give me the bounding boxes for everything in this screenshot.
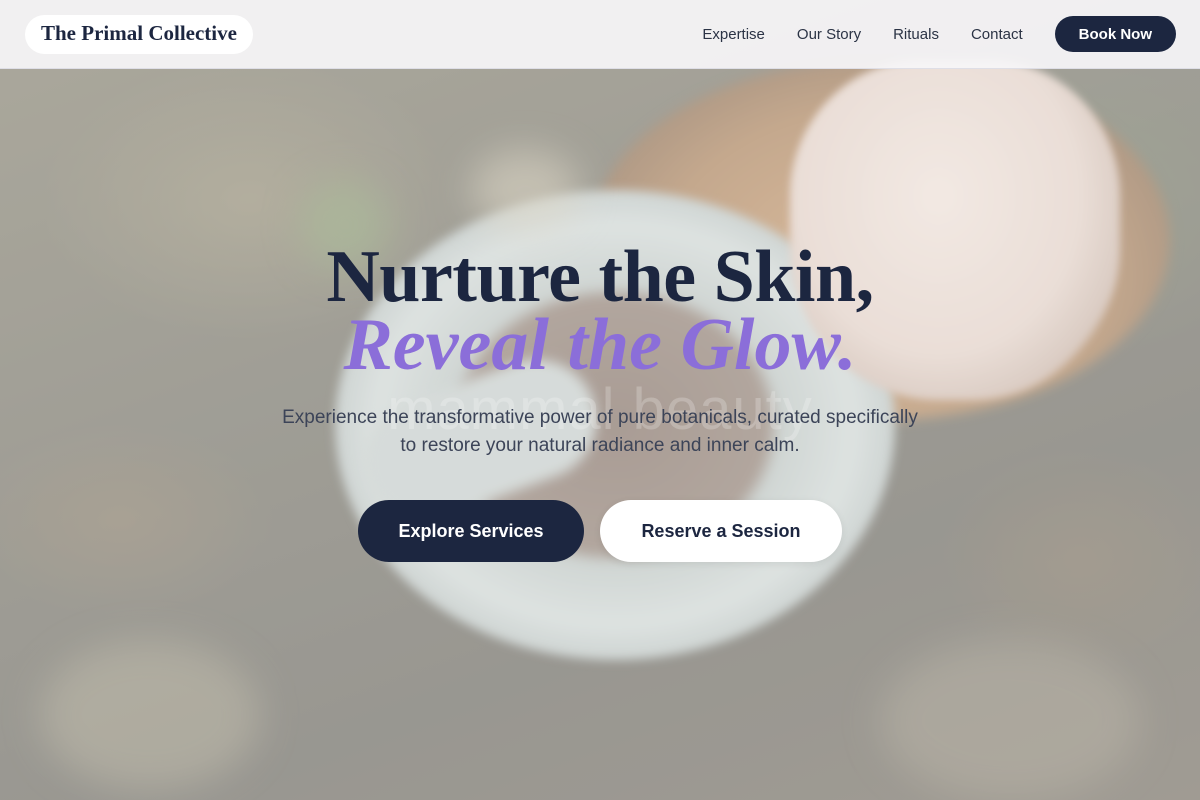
hero-headline-accent: Reveal the Glow. (343, 304, 857, 386)
nav-link-our-story[interactable]: Our Story (797, 26, 861, 43)
reserve-session-button[interactable]: Reserve a Session (600, 500, 842, 562)
site-header: The Primal Collective Expertise Our Stor… (0, 0, 1200, 69)
main-nav: Expertise Our Story Rituals Contact Book… (702, 16, 1176, 52)
nav-link-expertise[interactable]: Expertise (702, 26, 765, 43)
book-now-button[interactable]: Book Now (1054, 16, 1176, 52)
nav-link-rituals[interactable]: Rituals (893, 26, 939, 43)
explore-services-button[interactable]: Explore Services (358, 500, 584, 562)
brand-logo[interactable]: The Primal Collective (25, 14, 253, 54)
hero-subtext: Experience the transformative power of p… (282, 407, 918, 456)
cta-row: Explore Services Reserve a Session (0, 500, 1200, 562)
hero-section: Nurture the Skin, Reveal the Glow. mamma… (0, 236, 1200, 562)
nav-link-contact[interactable]: Contact (971, 26, 1023, 43)
